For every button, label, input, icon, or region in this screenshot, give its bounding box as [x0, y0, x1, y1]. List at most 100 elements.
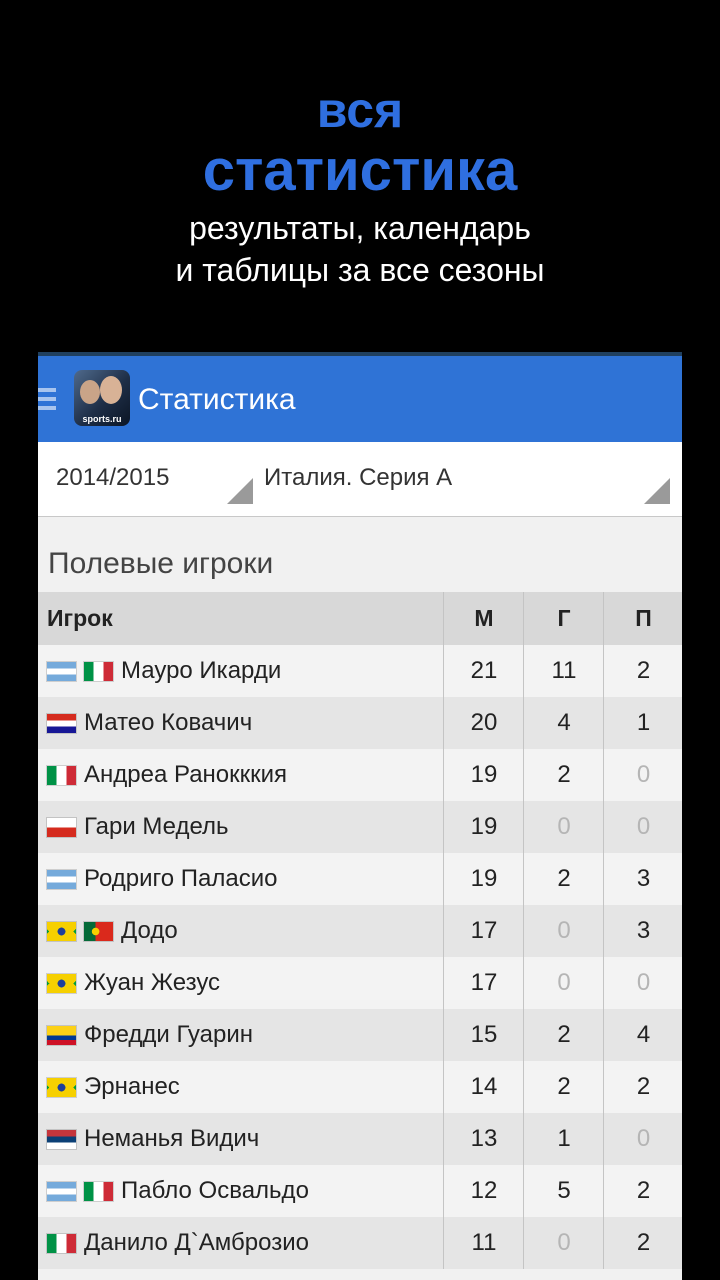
assists-cell: 0: [603, 957, 682, 1009]
matches-cell: 19: [443, 749, 524, 801]
league-dropdown-icon[interactable]: [644, 478, 670, 504]
goals-cell: 0: [523, 801, 604, 853]
header-player[interactable]: Игрок: [38, 592, 452, 645]
assists-cell: 3: [603, 905, 682, 957]
table-row[interactable]: Андреа Ранокккия 19 2 0: [38, 749, 682, 801]
players-table: Игрок М Г П Мауро Икарди 21 11 2 Матео Ковач…: [38, 592, 682, 1269]
app-logo[interactable]: sports.ru: [74, 370, 130, 426]
player-cell: Неманья Видич: [38, 1113, 452, 1165]
goals-cell: 2: [523, 853, 604, 905]
goals-cell: 2: [523, 1061, 604, 1113]
player-cell: Фредди Гуарин: [38, 1009, 452, 1061]
matches-cell: 19: [443, 801, 524, 853]
section-title: Полевые игроки: [48, 547, 274, 580]
assists-cell: 0: [603, 801, 682, 853]
app-title: Статистика: [138, 383, 296, 416]
goals-cell: 0: [523, 1217, 604, 1269]
player-name: Родриго Паласио: [84, 865, 278, 892]
matches-cell: 21: [443, 645, 524, 697]
matches-cell: 14: [443, 1061, 524, 1113]
header-goals[interactable]: Г: [523, 592, 604, 645]
player-name: Матео Ковачич: [84, 709, 253, 736]
table-row[interactable]: Додо 17 0 3: [38, 905, 682, 957]
brazil-flag-icon: [47, 921, 76, 941]
goals-cell: 11: [523, 645, 604, 697]
player-cell: Жуан Жезус: [38, 957, 452, 1009]
matches-cell: 17: [443, 905, 524, 957]
assists-cell: 2: [603, 1061, 682, 1113]
argentina-flag-icon: [47, 661, 76, 681]
player-cell: Родриго Паласио: [38, 853, 452, 905]
argentina-flag-icon: [47, 869, 76, 889]
season-dropdown-icon[interactable]: [227, 478, 253, 504]
player-name: Гари Медель: [84, 813, 229, 840]
player-cell: Данило Д`Амброзио: [38, 1217, 452, 1269]
header-matches[interactable]: М: [443, 592, 524, 645]
header-assists[interactable]: П: [603, 592, 682, 645]
filters-bar: 2014/2015 Италия. Серия А: [38, 442, 682, 517]
italy-flag-icon: [47, 765, 76, 785]
matches-cell: 11: [443, 1217, 524, 1269]
assists-cell: 4: [603, 1009, 682, 1061]
league-select[interactable]: Италия. Серия А: [264, 464, 452, 492]
assists-cell: 0: [603, 749, 682, 801]
table-row[interactable]: Матео Ковачич 20 4 1: [38, 697, 682, 749]
table-header: Игрок М Г П: [38, 592, 682, 645]
table-row[interactable]: Данило Д`Амброзио 11 0 2: [38, 1217, 682, 1269]
promo-title-line1: вся: [316, 82, 404, 138]
brazil-flag-icon: [47, 973, 76, 993]
player-cell: Пабло Освальдо: [38, 1165, 452, 1217]
player-cell: Додо: [38, 905, 452, 957]
italy-flag-icon: [84, 661, 113, 681]
assists-cell: 0: [603, 1113, 682, 1165]
brazil-flag-icon: [47, 1077, 76, 1097]
promo-title-line2: статистика: [202, 138, 518, 203]
promo-banner: вся статистика результаты, календарь и т…: [0, 0, 720, 352]
season-select[interactable]: 2014/2015: [56, 464, 169, 492]
table-row[interactable]: Гари Медель 19 0 0: [38, 801, 682, 853]
player-cell: Гари Медель: [38, 801, 452, 853]
goals-cell: 0: [523, 905, 604, 957]
player-cell: Эрнанес: [38, 1061, 452, 1113]
assists-cell: 2: [603, 1217, 682, 1269]
assists-cell: 2: [603, 1165, 682, 1217]
croatia-flag-icon: [47, 713, 76, 733]
player-cell: Андреа Ранокккия: [38, 749, 452, 801]
table-row[interactable]: Пабло Освальдо 12 5 2: [38, 1165, 682, 1217]
player-name: Фредди Гуарин: [84, 1021, 253, 1048]
app-screen: sports.ru Статистика 2014/2015 Италия. С…: [38, 352, 682, 1280]
goals-cell: 0: [523, 957, 604, 1009]
promo-subtitle-line2: и таблицы за все сезоны: [175, 252, 545, 288]
menu-icon[interactable]: [38, 388, 56, 412]
table-row[interactable]: Жуан Жезус 17 0 0: [38, 957, 682, 1009]
portugal-flag-icon: [84, 921, 113, 941]
player-name: Жуан Жезус: [84, 969, 221, 996]
serbia-flag-icon: [47, 1129, 76, 1149]
table-row[interactable]: Неманья Видич 13 1 0: [38, 1113, 682, 1165]
table-row[interactable]: Фредди Гуарин 15 2 4: [38, 1009, 682, 1061]
table-row[interactable]: Эрнанес 14 2 2: [38, 1061, 682, 1113]
player-name: Додо: [121, 917, 178, 944]
matches-cell: 20: [443, 697, 524, 749]
matches-cell: 12: [443, 1165, 524, 1217]
player-cell: Матео Ковачич: [38, 697, 452, 749]
assists-cell: 3: [603, 853, 682, 905]
player-name: Эрнанес: [84, 1073, 180, 1100]
app-logo-text: sports.ru: [82, 414, 122, 424]
italy-flag-icon: [47, 1233, 76, 1253]
chile-flag-icon: [47, 817, 76, 837]
promo-subtitle-line1: результаты, календарь: [189, 210, 531, 246]
player-name: Неманья Видич: [84, 1125, 260, 1152]
table-row[interactable]: Мауро Икарди 21 11 2: [38, 645, 682, 697]
player-cell: Мауро Икарди: [38, 645, 452, 697]
player-name: Пабло Освальдо: [121, 1177, 309, 1204]
matches-cell: 13: [443, 1113, 524, 1165]
argentina-flag-icon: [47, 1181, 76, 1201]
colombia-flag-icon: [47, 1025, 76, 1045]
goals-cell: 2: [523, 1009, 604, 1061]
matches-cell: 15: [443, 1009, 524, 1061]
table-row[interactable]: Родриго Паласио 19 2 3: [38, 853, 682, 905]
app-bar: sports.ru Статистика: [38, 356, 682, 442]
player-name: Андреа Ранокккия: [84, 761, 288, 788]
goals-cell: 4: [523, 697, 604, 749]
